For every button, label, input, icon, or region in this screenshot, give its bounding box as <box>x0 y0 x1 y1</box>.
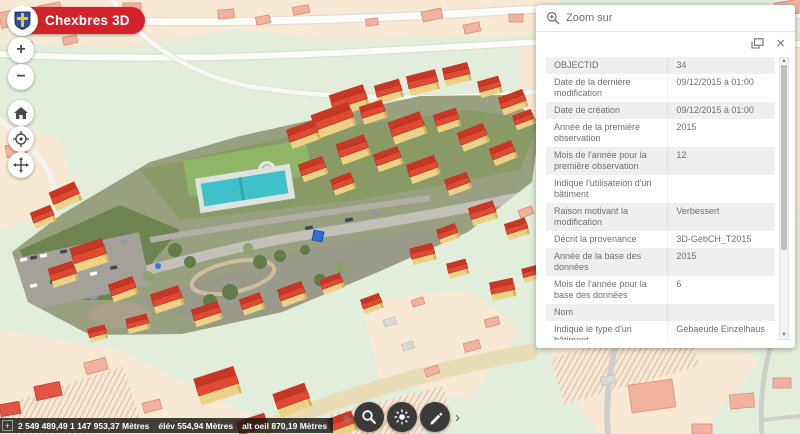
home-button[interactable] <box>8 100 34 126</box>
attribute-value: 09/12/2015 à 01:00 <box>667 74 775 102</box>
app-title-badge[interactable]: Chexbres 3D <box>9 7 145 34</box>
table-row: Indique l'utilisateion d'un bâtiment <box>546 175 775 203</box>
attribute-value: 2015 <box>667 119 775 147</box>
daylight-button[interactable] <box>387 402 417 432</box>
attribute-label: Année de la base des données <box>546 248 667 276</box>
table-row: Année de la base des données2015 <box>546 248 775 276</box>
attribute-value: 09/12/2015 à 01:00 <box>667 102 775 119</box>
table-row: Nom <box>546 304 775 321</box>
table-row: Date de la dernière modification09/12/20… <box>546 74 775 102</box>
table-row: Mois de l'année pour la première observa… <box>546 147 775 175</box>
attribute-label: Année de la première observation <box>546 119 667 147</box>
coordinates-bar: + 2 549 489,49 1 147 953,37 Mètres élév … <box>0 418 333 433</box>
tool-carousel: ‹ › <box>342 402 462 432</box>
attribute-label: Décrit la provenance <box>546 231 667 248</box>
table-row: Décrit la provenance3D-GebCH_T2015 <box>546 231 775 248</box>
attribute-value: Verbessert <box>667 203 775 231</box>
app-title: Chexbres 3D <box>45 13 130 28</box>
zoom-in-button[interactable]: + <box>8 37 34 63</box>
scrollbar-thumb[interactable] <box>781 65 787 250</box>
table-row: OBJECTID34 <box>546 57 775 74</box>
attribute-label: Indique l'utilisateion d'un bâtiment <box>546 175 667 203</box>
attribute-value: Gebaeude Einzelhaus <box>667 321 775 340</box>
chexbres-crest-icon <box>7 5 38 36</box>
draw-button[interactable] <box>420 402 450 432</box>
crosshair-icon: + <box>2 420 13 431</box>
attribute-table: OBJECTID34Date de la dernière modificati… <box>546 57 775 340</box>
attribute-value: 2015 <box>667 248 775 276</box>
eye-altitude-value: alt oeil 870,19 Mètres <box>242 421 327 431</box>
scroll-down-arrow[interactable]: ▼ <box>780 332 788 339</box>
pan-button[interactable] <box>8 152 34 178</box>
table-row: Indique le type d'un bâtimentGebaeude Ei… <box>546 321 775 340</box>
close-icon[interactable]: × <box>776 36 785 51</box>
attribute-label: Nom <box>546 304 667 321</box>
zoom-to-icon <box>546 11 560 25</box>
attribute-label: Date de la dernière modification <box>546 74 667 102</box>
table-row: Année de la première observation2015 <box>546 119 775 147</box>
elevation-value: élév 554,94 Mètres <box>158 421 233 431</box>
attribute-value <box>667 304 775 321</box>
attribute-label: Raison motivant la modification <box>546 203 667 231</box>
coordinates-value: 2 549 489,49 1 147 953,37 Mètres <box>18 421 149 431</box>
sun-icon <box>394 409 410 425</box>
pan-icon <box>13 157 29 173</box>
table-row: Raison motivant la modificationVerbesser… <box>546 203 775 231</box>
search-button[interactable] <box>354 402 384 432</box>
attribute-label: Indique le type d'un bâtiment <box>546 321 667 340</box>
attribute-value: 12 <box>667 147 775 175</box>
attribute-label: Mois de l'année pour la base des données <box>546 276 667 304</box>
popup-title: Zoom sur <box>566 12 612 24</box>
scroll-up-arrow[interactable]: ▲ <box>780 58 788 65</box>
zoom-to-action[interactable]: Zoom sur <box>536 5 795 32</box>
attribute-value: 6 <box>667 276 775 304</box>
attribute-value <box>667 175 775 203</box>
home-icon <box>14 107 28 120</box>
attribute-value: 34 <box>667 57 775 74</box>
dock-icon[interactable] <box>751 38 764 49</box>
attribute-label: OBJECTID <box>546 57 667 74</box>
search-icon <box>361 409 377 425</box>
plus-icon: + <box>16 42 25 58</box>
zoom-out-button[interactable]: − <box>8 64 34 90</box>
table-row: Date de création09/12/2015 à 01:00 <box>546 102 775 119</box>
attribute-label: Mois de l'année pour la première observa… <box>546 147 667 175</box>
carousel-next-button[interactable]: › <box>453 410 462 425</box>
table-row: Mois de l'année pour la base des données… <box>546 276 775 304</box>
locate-icon <box>13 131 29 147</box>
popup-body: OBJECTID34Date de la dernière modificati… <box>546 57 789 340</box>
popup-actions: × <box>536 32 795 55</box>
carousel-prev-button[interactable]: ‹ <box>342 410 351 425</box>
popup-panel: Zoom sur × OBJECTID34Date de la dernière… <box>536 5 795 348</box>
scene-viewer: Chexbres 3D + − ‹ <box>0 0 800 434</box>
minus-icon: − <box>16 69 25 85</box>
attribute-value: 3D-GebCH_T2015 <box>667 231 775 248</box>
pencil-icon <box>428 410 443 425</box>
scrollbar[interactable]: ▲ ▼ <box>779 57 789 340</box>
attribute-label: Date de création <box>546 102 667 119</box>
locate-button[interactable] <box>8 126 34 152</box>
